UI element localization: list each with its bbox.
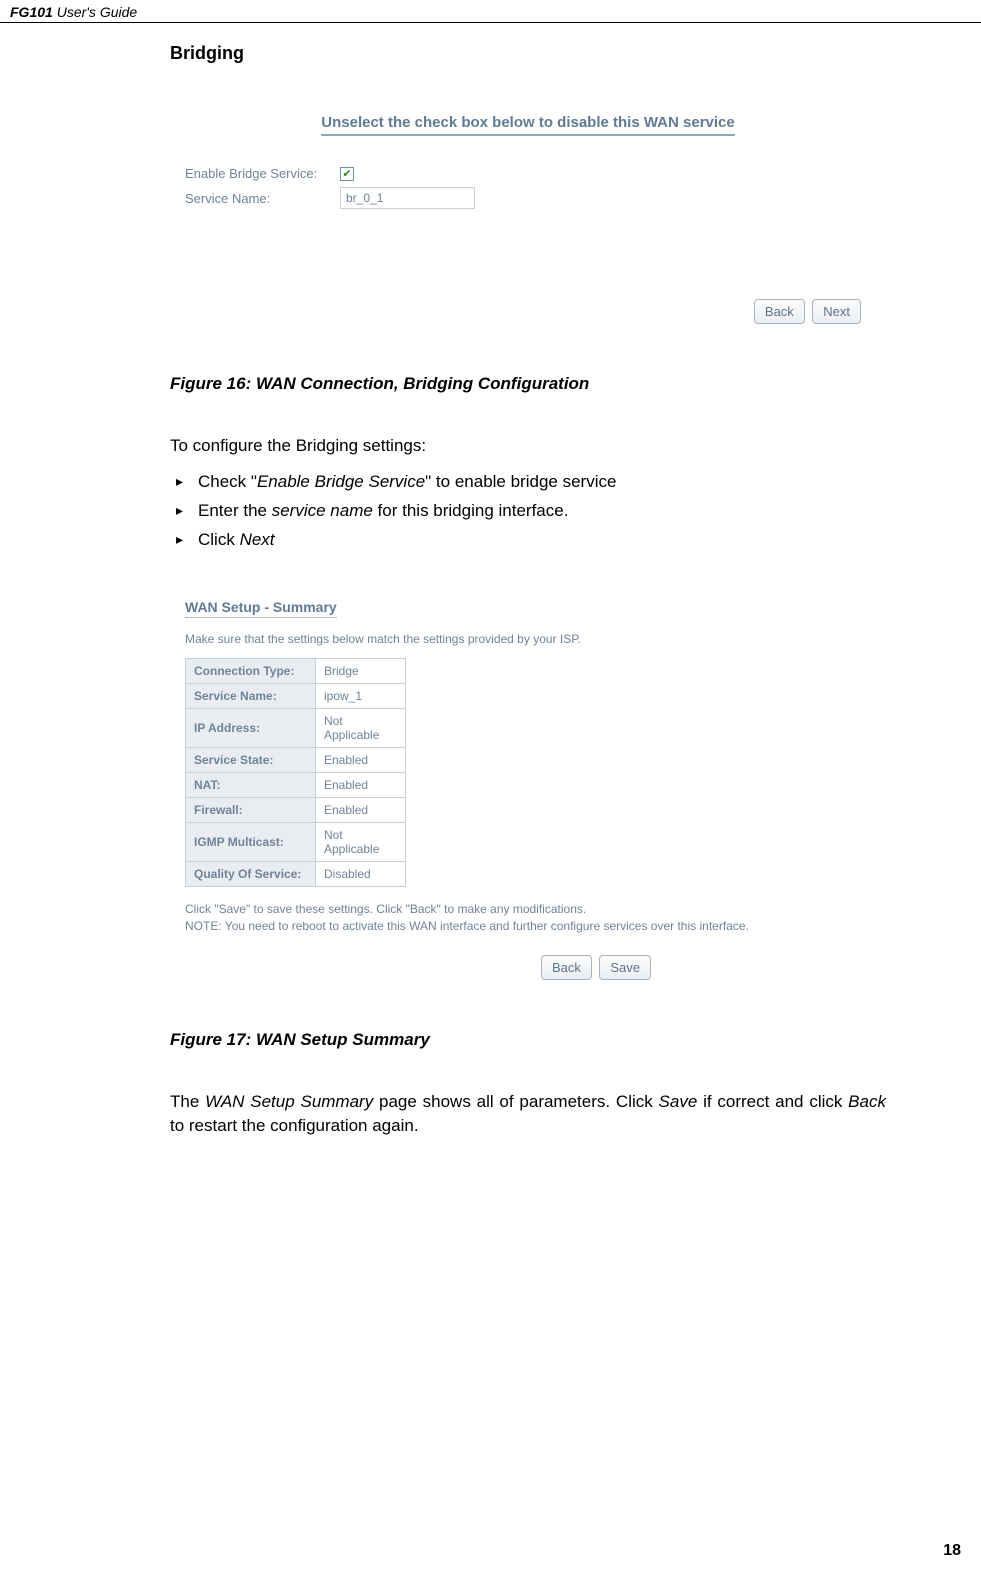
- bullet-list: Check "Enable Bridge Service" to enable …: [170, 468, 886, 555]
- table-row: Service State:Enabled: [186, 748, 406, 773]
- row-value: Disabled: [316, 862, 406, 887]
- figure-16-panel: Unselect the check box below to disable …: [170, 94, 886, 334]
- list-item: Click Next: [198, 526, 886, 555]
- enable-bridge-checkbox[interactable]: ✔: [340, 167, 354, 181]
- table-row: NAT:Enabled: [186, 773, 406, 798]
- page-content: Bridging Unselect the check box below to…: [0, 23, 981, 1138]
- bullet-2-em: service name: [272, 501, 373, 520]
- summary-table: Connection Type:Bridge Service Name:ipow…: [185, 658, 406, 887]
- figure-16-title: Unselect the check box below to disable …: [321, 114, 734, 136]
- intro-text: To configure the Bridging settings:: [170, 434, 886, 458]
- row-label: Service Name:: [186, 684, 316, 709]
- table-row: Connection Type:Bridge: [186, 659, 406, 684]
- row-label: NAT:: [186, 773, 316, 798]
- list-item: Check "Enable Bridge Service" to enable …: [198, 468, 886, 497]
- closing-b: WAN Setup Summary: [205, 1092, 373, 1111]
- bullet-3-pre: Click: [198, 530, 240, 549]
- table-row: Service Name:ipow_1: [186, 684, 406, 709]
- row-label: Firewall:: [186, 798, 316, 823]
- table-row: IP Address:Not Applicable: [186, 709, 406, 748]
- row-value: Not Applicable: [316, 709, 406, 748]
- closing-f: Back: [848, 1092, 886, 1111]
- row-value: Enabled: [316, 798, 406, 823]
- list-item: Enter the service name for this bridging…: [198, 497, 886, 526]
- service-name-label: Service Name:: [185, 191, 340, 206]
- row-label: Quality Of Service:: [186, 862, 316, 887]
- figure-16-title-row: Unselect the check box below to disable …: [185, 114, 871, 136]
- wan-summary-title-wrap: WAN Setup - Summary: [185, 599, 871, 632]
- service-name-input[interactable]: [340, 187, 475, 209]
- row-value: Enabled: [316, 773, 406, 798]
- note-line-2: NOTE: You need to reboot to activate thi…: [185, 918, 871, 935]
- enable-bridge-label: Enable Bridge Service:: [185, 166, 340, 181]
- row-value: Not Applicable: [316, 823, 406, 862]
- row-label: Service State:: [186, 748, 316, 773]
- summary-note: Click "Save" to save these settings. Cli…: [185, 901, 871, 935]
- figure-16-caption: Figure 16: WAN Connection, Bridging Conf…: [170, 374, 886, 394]
- bullet-2-post: for this bridging interface.: [373, 501, 569, 520]
- bullet-1-em: Enable Bridge Service: [257, 472, 425, 491]
- table-row: Quality Of Service:Disabled: [186, 862, 406, 887]
- product-name: FG101: [10, 4, 53, 20]
- wan-summary-desc: Make sure that the settings below match …: [185, 632, 871, 646]
- back-button[interactable]: Back: [541, 955, 592, 980]
- closing-g: to restart the configuration again.: [170, 1116, 419, 1135]
- closing-d: Save: [659, 1092, 698, 1111]
- row-label: IP Address:: [186, 709, 316, 748]
- wan-summary-title: WAN Setup - Summary: [185, 599, 337, 618]
- figure-17-button-row: Back Save: [185, 955, 871, 980]
- figure-17-caption: Figure 17: WAN Setup Summary: [170, 1030, 886, 1050]
- bullet-1-pre: Check ": [198, 472, 257, 491]
- row-label: Connection Type:: [186, 659, 316, 684]
- next-button[interactable]: Next: [812, 299, 861, 324]
- note-line-1: Click "Save" to save these settings. Cli…: [185, 901, 871, 918]
- page-number: 18: [943, 1542, 961, 1560]
- closing-c: page shows all of parameters. Click: [373, 1092, 658, 1111]
- row-value: Bridge: [316, 659, 406, 684]
- service-name-row: Service Name:: [185, 187, 871, 209]
- table-row: IGMP Multicast:Not Applicable: [186, 823, 406, 862]
- enable-bridge-row: Enable Bridge Service: ✔: [185, 166, 871, 181]
- row-value: Enabled: [316, 748, 406, 773]
- page-header: FG101 User's Guide: [0, 0, 981, 23]
- row-value: ipow_1: [316, 684, 406, 709]
- row-label: IGMP Multicast:: [186, 823, 316, 862]
- figure-17-panel: WAN Setup - Summary Make sure that the s…: [170, 584, 886, 990]
- closing-paragraph: The WAN Setup Summary page shows all of …: [170, 1090, 886, 1138]
- bullet-3-em: Next: [240, 530, 275, 549]
- section-heading: Bridging: [170, 43, 886, 64]
- closing-e: if correct and click: [697, 1092, 848, 1111]
- figure-16-button-row: Back Next: [185, 299, 871, 324]
- closing-a: The: [170, 1092, 205, 1111]
- bullet-1-post: " to enable bridge service: [425, 472, 616, 491]
- bullet-2-pre: Enter the: [198, 501, 272, 520]
- save-button[interactable]: Save: [599, 955, 651, 980]
- back-button[interactable]: Back: [754, 299, 805, 324]
- header-suffix: User's Guide: [53, 4, 137, 20]
- table-row: Firewall:Enabled: [186, 798, 406, 823]
